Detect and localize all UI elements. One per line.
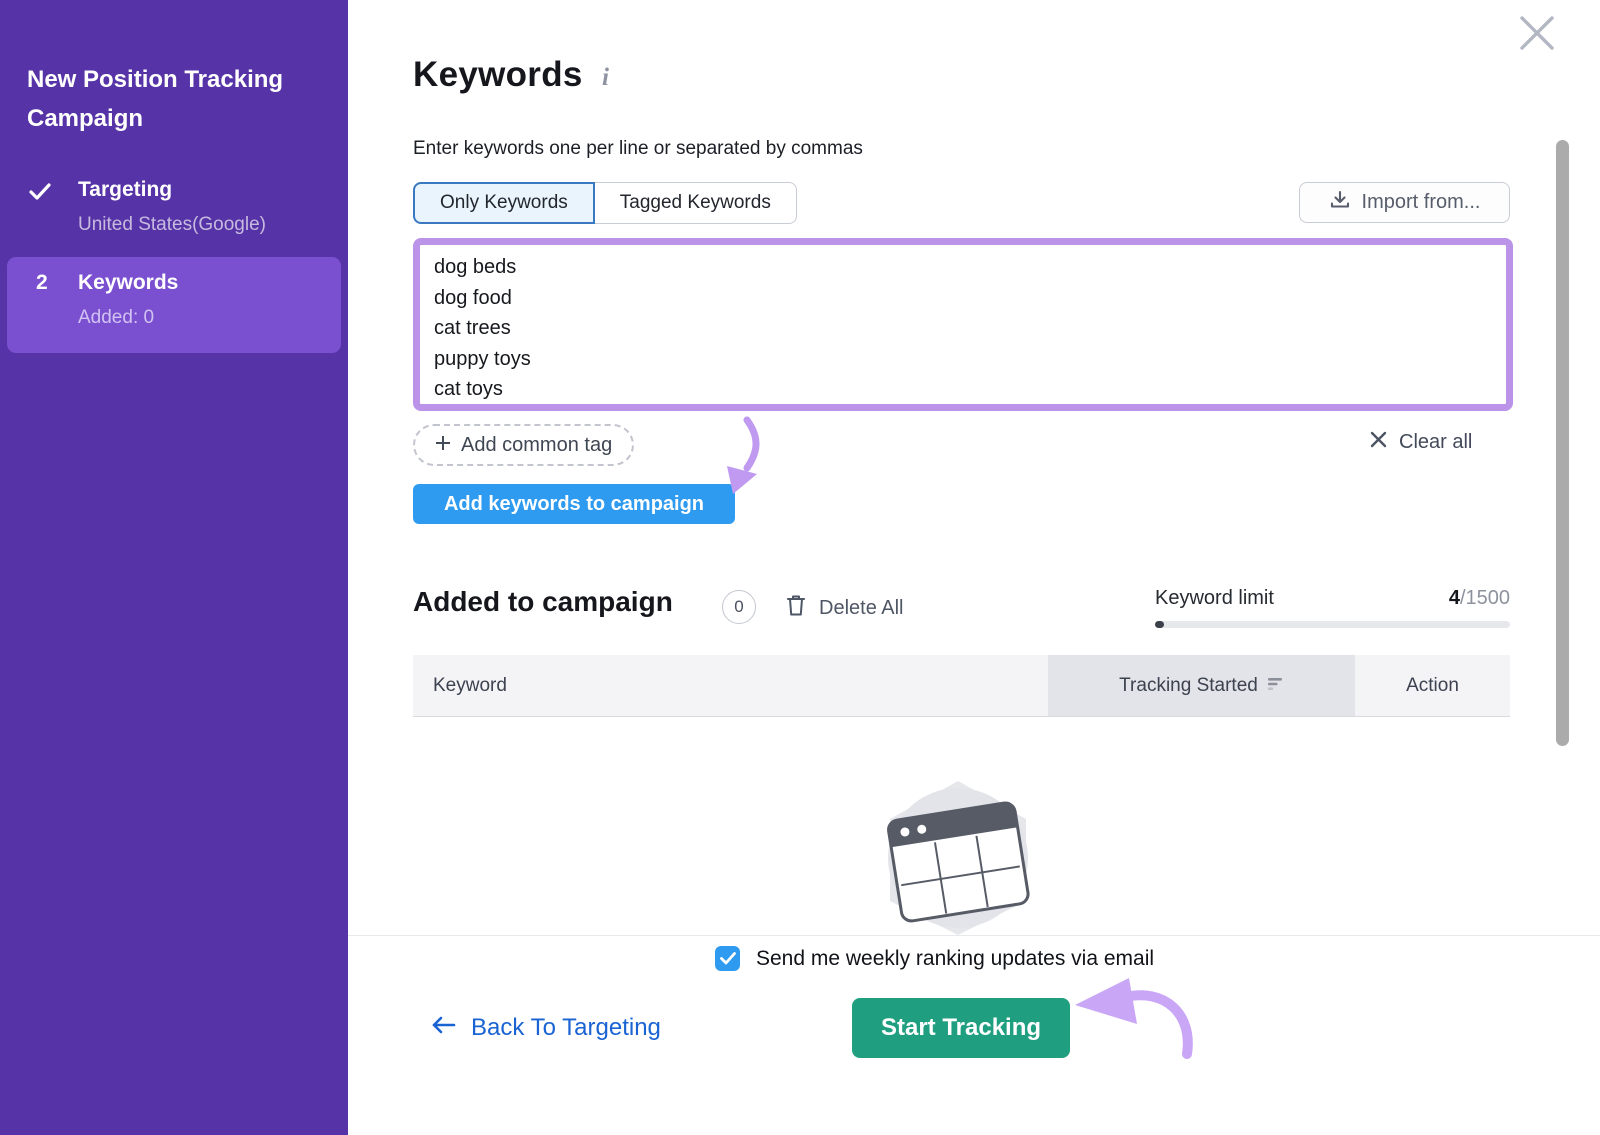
back-to-targeting-label: Back To Targeting xyxy=(471,1014,661,1042)
annotation-arrow-start-tracking xyxy=(1045,972,1195,1069)
keyword-limit-value: 4/1500 xyxy=(1155,587,1510,610)
column-header-action: Action xyxy=(1355,655,1510,716)
add-keywords-button[interactable]: Add keywords to campaign xyxy=(413,484,735,524)
import-from-label: Import from... xyxy=(1362,191,1481,214)
targeting-detail: United States(Google) xyxy=(78,214,266,236)
added-count-badge: 0 xyxy=(722,590,756,624)
keyword-limit-progressbar xyxy=(1155,621,1510,628)
keywords-instruction: Enter keywords one per line or separated… xyxy=(413,138,863,160)
add-common-tag-label: Add common tag xyxy=(461,434,612,457)
wizard-sidebar: New Position Tracking Campaign Targeting… xyxy=(0,0,348,1135)
keywords-tabs: Only Keywords Tagged Keywords xyxy=(413,182,797,224)
footer-divider xyxy=(348,935,1600,936)
limit-total: /1500 xyxy=(1460,587,1510,609)
close-icon[interactable] xyxy=(1518,14,1556,52)
plus-icon xyxy=(435,434,451,457)
start-tracking-button[interactable]: Start Tracking xyxy=(852,998,1070,1058)
trash-icon xyxy=(786,594,806,623)
clear-icon xyxy=(1370,431,1387,454)
keyword-limit-progress-fill xyxy=(1155,621,1164,628)
clear-all-button[interactable]: Clear all xyxy=(1370,431,1472,454)
campaign-title: New Position Tracking Campaign xyxy=(27,60,319,138)
empty-state-illustration xyxy=(848,775,1068,940)
step-number: 2 xyxy=(36,271,48,295)
download-icon xyxy=(1329,189,1351,217)
back-to-targeting-link[interactable]: Back To Targeting xyxy=(430,1014,661,1042)
modal-scrollbar[interactable] xyxy=(1556,140,1569,746)
step-keywords-detail: Added: 0 xyxy=(78,307,154,329)
tracking-started-label: Tracking Started xyxy=(1119,675,1258,697)
step-keywords-label: Keywords xyxy=(78,271,178,295)
import-from-button[interactable]: Import from... xyxy=(1299,182,1510,223)
tab-tagged-keywords[interactable]: Tagged Keywords xyxy=(595,182,797,224)
back-arrow-icon xyxy=(430,1014,456,1042)
info-icon[interactable]: i xyxy=(602,64,609,92)
keywords-textarea-highlight: dog beds dog food cat trees puppy toys c… xyxy=(413,238,1513,411)
sidebar-step-targeting[interactable]: Targeting xyxy=(78,178,172,202)
delete-all-button[interactable]: Delete All xyxy=(786,594,904,623)
limit-used: 4 xyxy=(1449,587,1460,609)
email-updates-label: Send me weekly ranking updates via email xyxy=(756,947,1154,971)
tab-only-keywords[interactable]: Only Keywords xyxy=(413,182,595,224)
added-keywords-table-header: Keyword Tracking Started Action xyxy=(413,655,1510,717)
keywords-input[interactable]: dog beds dog food cat trees puppy toys c… xyxy=(420,245,1506,404)
page-title: Keywords xyxy=(413,55,583,95)
check-icon xyxy=(29,182,51,207)
add-common-tag-button[interactable]: Add common tag xyxy=(413,424,634,466)
column-header-keyword: Keyword xyxy=(413,655,1048,716)
delete-all-label: Delete All xyxy=(819,597,904,620)
clear-all-label: Clear all xyxy=(1399,431,1472,454)
annotation-arrow-add-keywords xyxy=(705,416,775,503)
keywords-panel: Keywords i Enter keywords one per line o… xyxy=(348,0,1600,1135)
added-to-campaign-title: Added to campaign xyxy=(413,586,673,618)
sort-icon xyxy=(1268,675,1284,697)
sidebar-step-keywords[interactable]: 2 Keywords Added: 0 xyxy=(7,257,341,353)
column-header-tracking-started[interactable]: Tracking Started xyxy=(1048,655,1355,716)
email-updates-checkbox[interactable] xyxy=(715,946,740,971)
